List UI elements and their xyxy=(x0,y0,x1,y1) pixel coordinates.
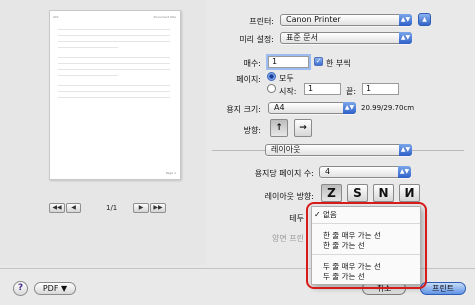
collate-checkbox[interactable]: ✓ xyxy=(314,57,323,66)
preview-text-line xyxy=(58,57,170,58)
portrait-person-icon: ↑ xyxy=(275,123,283,133)
updown-arrows-icon: ▲▼ xyxy=(398,166,411,178)
copies-input[interactable]: 1 xyxy=(268,56,309,68)
section-value: 레이아웃 xyxy=(271,145,301,154)
updown-arrows-icon: ▲▼ xyxy=(399,144,412,156)
presets-select[interactable]: 표준 문서 ▲▼ xyxy=(280,32,412,44)
landscape-person-icon: → xyxy=(299,123,307,133)
layout-n-button[interactable]: N xyxy=(373,184,394,202)
pages-per-sheet-value: 4 xyxy=(325,167,331,176)
preview-text-line xyxy=(58,35,170,36)
printer-value: Canon Printer xyxy=(286,15,341,24)
landscape-button[interactable]: → xyxy=(294,119,312,137)
pages-from-radio[interactable] xyxy=(267,84,276,93)
pages-from-input[interactable]: 1 xyxy=(304,83,341,95)
pages-all-label: 모두 xyxy=(279,74,294,83)
two-sided-label: 양면 프린 xyxy=(272,234,304,243)
preview-text-line xyxy=(58,85,170,86)
printer-select[interactable]: Canon Printer ▲▼ xyxy=(280,14,412,26)
copies-label: 매수: xyxy=(243,59,261,68)
preview-text-line xyxy=(58,29,170,30)
question-mark-icon: ? xyxy=(17,283,24,293)
presets-value: 표준 문서 xyxy=(286,33,318,42)
paper-size-select[interactable]: A4 ▲▼ xyxy=(268,102,356,114)
preview-text-line xyxy=(58,69,170,70)
menu-highlight-outline xyxy=(306,202,427,289)
page-count: 1/1 xyxy=(106,204,118,212)
page-header-right: Document title xyxy=(153,15,176,19)
updown-arrows-icon: ▲▼ xyxy=(399,32,412,44)
pages-label: 페이지: xyxy=(236,75,261,84)
updown-arrows-icon: ▲▼ xyxy=(399,14,412,26)
paper-dimensions: 20.99/29.70cm xyxy=(361,104,415,112)
updown-arrows-icon: ▲▼ xyxy=(343,102,356,114)
pages-per-sheet-label: 용지당 페이지 수: xyxy=(254,169,314,178)
page-footer: Page 1 xyxy=(165,171,176,175)
preview-text-line xyxy=(58,75,118,76)
presets-label: 미리 설정: xyxy=(239,35,274,44)
layout-direction-label: 레이아웃 방향: xyxy=(264,192,314,201)
disclosure-button[interactable]: ▲ xyxy=(418,13,431,26)
help-button[interactable]: ? xyxy=(13,281,28,296)
pages-to-label: 끝: xyxy=(346,87,357,96)
paper-size-value: A4 xyxy=(274,103,285,112)
pages-from-label: 시작: xyxy=(279,87,297,96)
triangle-up-icon: ▲ xyxy=(422,16,427,23)
printer-label: 프린터: xyxy=(249,17,274,26)
preview-text-line xyxy=(58,63,170,64)
layout-s-button[interactable]: S xyxy=(347,184,368,202)
layout-reverse-n-button[interactable]: И xyxy=(399,184,420,202)
last-page-button[interactable]: ▶▶ xyxy=(150,203,166,213)
page-header-left: 001 xyxy=(53,15,59,19)
preview-text-line xyxy=(58,47,118,48)
paper-size-label: 용지 크기: xyxy=(226,105,261,114)
preview-text-line xyxy=(58,91,170,92)
portrait-button[interactable]: ↑ xyxy=(270,119,288,137)
next-page-button[interactable]: ▶ xyxy=(133,203,149,213)
previous-page-button[interactable]: ◀ xyxy=(66,203,81,213)
border-label: 테두 xyxy=(289,214,304,223)
pdf-button[interactable]: PDF ▼ xyxy=(34,282,76,295)
orientation-label: 방향: xyxy=(243,126,261,135)
layout-z-button[interactable]: Z xyxy=(321,184,342,202)
section-select[interactable]: 레이아웃 ▲▼ xyxy=(265,144,412,156)
page-preview: 001 Document title Page 1 xyxy=(49,10,181,180)
collate-label: 한 부씩 xyxy=(326,59,351,68)
pages-to-input[interactable]: 1 xyxy=(362,83,399,95)
first-page-button[interactable]: ◀◀ xyxy=(49,203,65,213)
print-button[interactable]: 프린트 xyxy=(420,282,466,295)
preview-text-line xyxy=(58,97,170,98)
pages-per-sheet-select[interactable]: 4 ▲▼ xyxy=(319,166,411,178)
preview-text-line xyxy=(58,41,170,42)
pages-all-radio[interactable] xyxy=(267,72,276,81)
